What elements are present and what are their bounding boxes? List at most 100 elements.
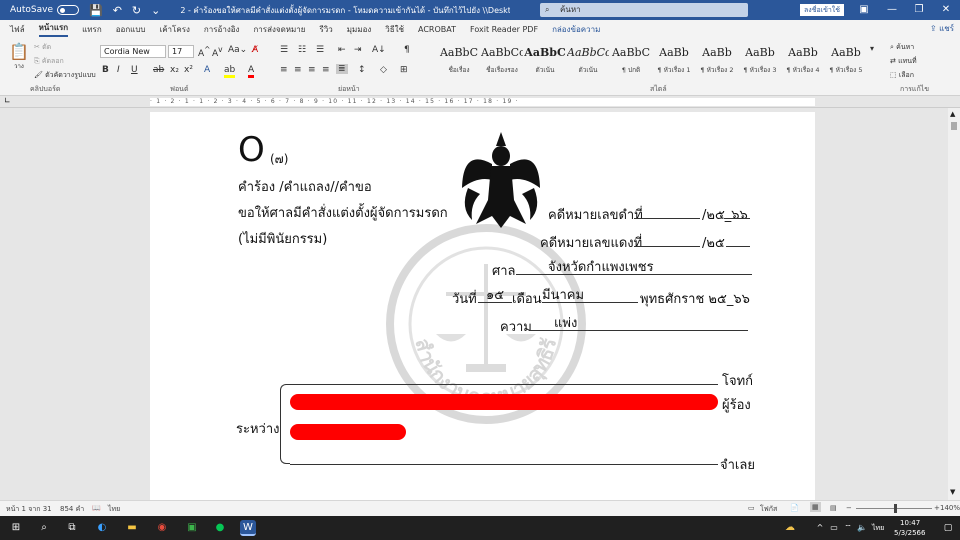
zoom-slider-thumb[interactable] [894,504,897,513]
request-title[interactable]: คำร้อง /คำแถลง//คำขอ [238,176,372,197]
copy-button[interactable]: ⎘ คัดลอก [34,56,64,67]
font-color-icon[interactable]: A [248,65,255,78]
file-explorer-icon[interactable]: ▬ [124,520,140,536]
task-view-icon[interactable]: ⧉ [64,520,80,536]
zoom-out-icon[interactable]: − [846,504,852,512]
numbering-icon[interactable]: ☷ [298,45,306,55]
tab-file[interactable]: ไฟล์ [10,23,25,36]
tab-view[interactable]: มุมมอง [347,23,372,36]
highlight-icon[interactable]: ab [224,65,236,78]
focus-icon[interactable]: ▭ [748,504,755,512]
black-case-year[interactable]: /๒๕_๖๖ [702,204,748,225]
close-button[interactable]: ✕ [932,0,960,20]
style-tile[interactable]: AaBbCcD ชื่อเรื่องรอง [481,42,523,80]
sign-in-button[interactable]: ลงชื่อเข้าใช้ [800,4,844,16]
tab-references[interactable]: การอ้างอิง [204,23,240,36]
search-box[interactable]: ⌕ ค้นหา [540,3,748,17]
line-spacing-icon[interactable]: ↕ [358,65,366,75]
ribbon-display-icon[interactable]: ▣ [850,0,878,20]
horizontal-ruler[interactable]: ∟ · 1 · 2 · 1 · 1 · 2 · 3 · 4 · 5 · 6 · … [0,96,960,108]
strikethrough-button[interactable]: ab [153,65,164,75]
tab-mailings[interactable]: การส่งจดหมาย [253,23,305,36]
customize-chevron-icon[interactable]: ⌄ [151,4,160,17]
word-count[interactable]: 854 คำ [60,504,84,515]
increase-indent-icon[interactable]: ⇥ [354,45,362,55]
save-icon[interactable]: 💾 [89,4,103,17]
tab-layout[interactable]: เค้าโครง [159,23,189,36]
document-page[interactable]: สำนักงานกฎหมายสุทธิรักษ์ O (๗) คำร้อง /ค… [150,112,815,500]
scroll-down-icon[interactable]: ▼ [950,488,955,496]
show-marks-icon[interactable]: ¶ [404,45,410,55]
share-button[interactable]: ⇪ แชร์ [930,22,954,35]
format-painter-button[interactable]: 🖌 ตัวคัดวางรูปแบบ [34,70,96,81]
volume-icon[interactable]: 🔈 [854,520,870,536]
shading-icon[interactable]: ◇ [380,65,387,75]
subscript-button[interactable]: x₂ [170,65,179,75]
search-icon[interactable]: ⌕ [36,520,52,536]
paste-button[interactable]: 📋 วาง [8,42,30,71]
align-left-icon[interactable]: ≡ [280,65,288,75]
proofing-icon[interactable]: 📖 [92,504,101,512]
line-icon[interactable]: ● [212,520,228,536]
clear-formatting-icon[interactable]: A̸ [252,45,258,55]
cut-button[interactable]: ✂ ตัด [34,42,51,53]
underline-button[interactable]: U [131,65,138,75]
tab-selector-icon[interactable]: ∟ [4,96,11,105]
word-icon[interactable]: W [240,520,256,536]
restore-button[interactable]: ❐ [905,0,933,20]
year-label[interactable]: พุทธศักราช ๒๕_๖๖ [640,288,750,309]
court-value[interactable]: จังหวัดกำแพงเพชร [548,256,654,277]
vertical-scrollbar[interactable]: ▲ ▼ [948,108,960,500]
style-tile[interactable]: AaBbC ¶ ปกติ [610,42,652,80]
scroll-thumb[interactable] [951,122,957,130]
page-count[interactable]: หน้า 1 จาก 31 [6,504,52,515]
autosave-switch[interactable] [57,5,79,15]
document-canvas[interactable]: สำนักงานกฎหมายสุทธิรักษ์ O (๗) คำร้อง /ค… [0,108,948,500]
clock-time[interactable]: 10:47 [900,519,920,527]
zoom-level[interactable]: 140% [940,504,960,512]
align-right-icon[interactable]: ≡ [308,65,316,75]
italic-button[interactable]: I [117,65,120,75]
font-name-box[interactable]: Cordia New [100,45,166,58]
style-tile[interactable]: AaBb ¶ หัวเรื่อง 2 [696,42,738,80]
chrome-icon[interactable]: ◉ [154,520,170,536]
select-button[interactable]: ⬚ เลือก [890,70,914,81]
sort-icon[interactable]: A↓ [372,45,386,55]
distributed-icon[interactable]: ≣ [336,64,348,74]
find-button[interactable]: ⌕ ค้นหา [890,42,914,53]
change-case-button[interactable]: Aa⌄ [228,45,247,55]
style-tile[interactable]: AaBbC ชื่อเรื่อง [438,42,480,80]
tab-foxit[interactable]: Foxit Reader PDF [470,25,538,34]
tab-textbox[interactable]: กล่องข้อความ [552,23,600,36]
tab-help[interactable]: วิธีใช้ [385,23,404,36]
clock-date[interactable]: 5/3/2566 [894,529,925,537]
decrease-indent-icon[interactable]: ⇤ [338,45,346,55]
grow-font-button[interactable]: A^ [198,45,210,59]
red-case-year[interactable]: /๒๕ [702,232,725,253]
superscript-button[interactable]: x² [184,65,193,75]
read-mode-icon[interactable]: 📄 [790,504,799,512]
tab-design[interactable]: ออกแบบ [116,23,146,36]
zoom-in-icon[interactable]: + [934,504,940,512]
bold-button[interactable]: B [102,65,109,75]
style-tile[interactable]: AaBbCc ตัวเน้น [567,42,609,80]
text-effects-icon[interactable]: A [204,65,210,75]
redo-icon[interactable]: ↻ [132,4,141,17]
justify-icon[interactable]: ≡ [322,65,330,75]
app-icon[interactable]: ▣ [184,520,200,536]
scroll-up-icon[interactable]: ▲ [950,110,955,118]
tab-insert[interactable]: แทรก [82,23,102,36]
font-size-box[interactable]: 17 [168,45,194,58]
focus-label[interactable]: โฟกัส [760,504,777,515]
weather-icon[interactable]: ☁ [782,520,798,536]
style-tile[interactable]: AaBb ¶ หัวเรื่อง 1 [653,42,695,80]
black-case-number-line[interactable] [634,218,700,219]
request-subject[interactable]: ขอให้ศาลมีคำสั่งแต่งตั้งผู้จัดการมรดก [238,202,448,223]
print-layout-icon[interactable]: ▦ [810,502,821,512]
style-tile[interactable]: AaBb ¶ หัวเรื่อง 3 [739,42,781,80]
autosave-toggle[interactable]: AutoSave [10,5,79,15]
styles-more-icon[interactable]: ▾ [870,44,874,53]
bullets-icon[interactable]: ☰ [280,45,288,55]
replace-button[interactable]: ⇄ แทนที่ [890,56,917,67]
tab-home[interactable]: หน้าแรก [38,21,69,37]
